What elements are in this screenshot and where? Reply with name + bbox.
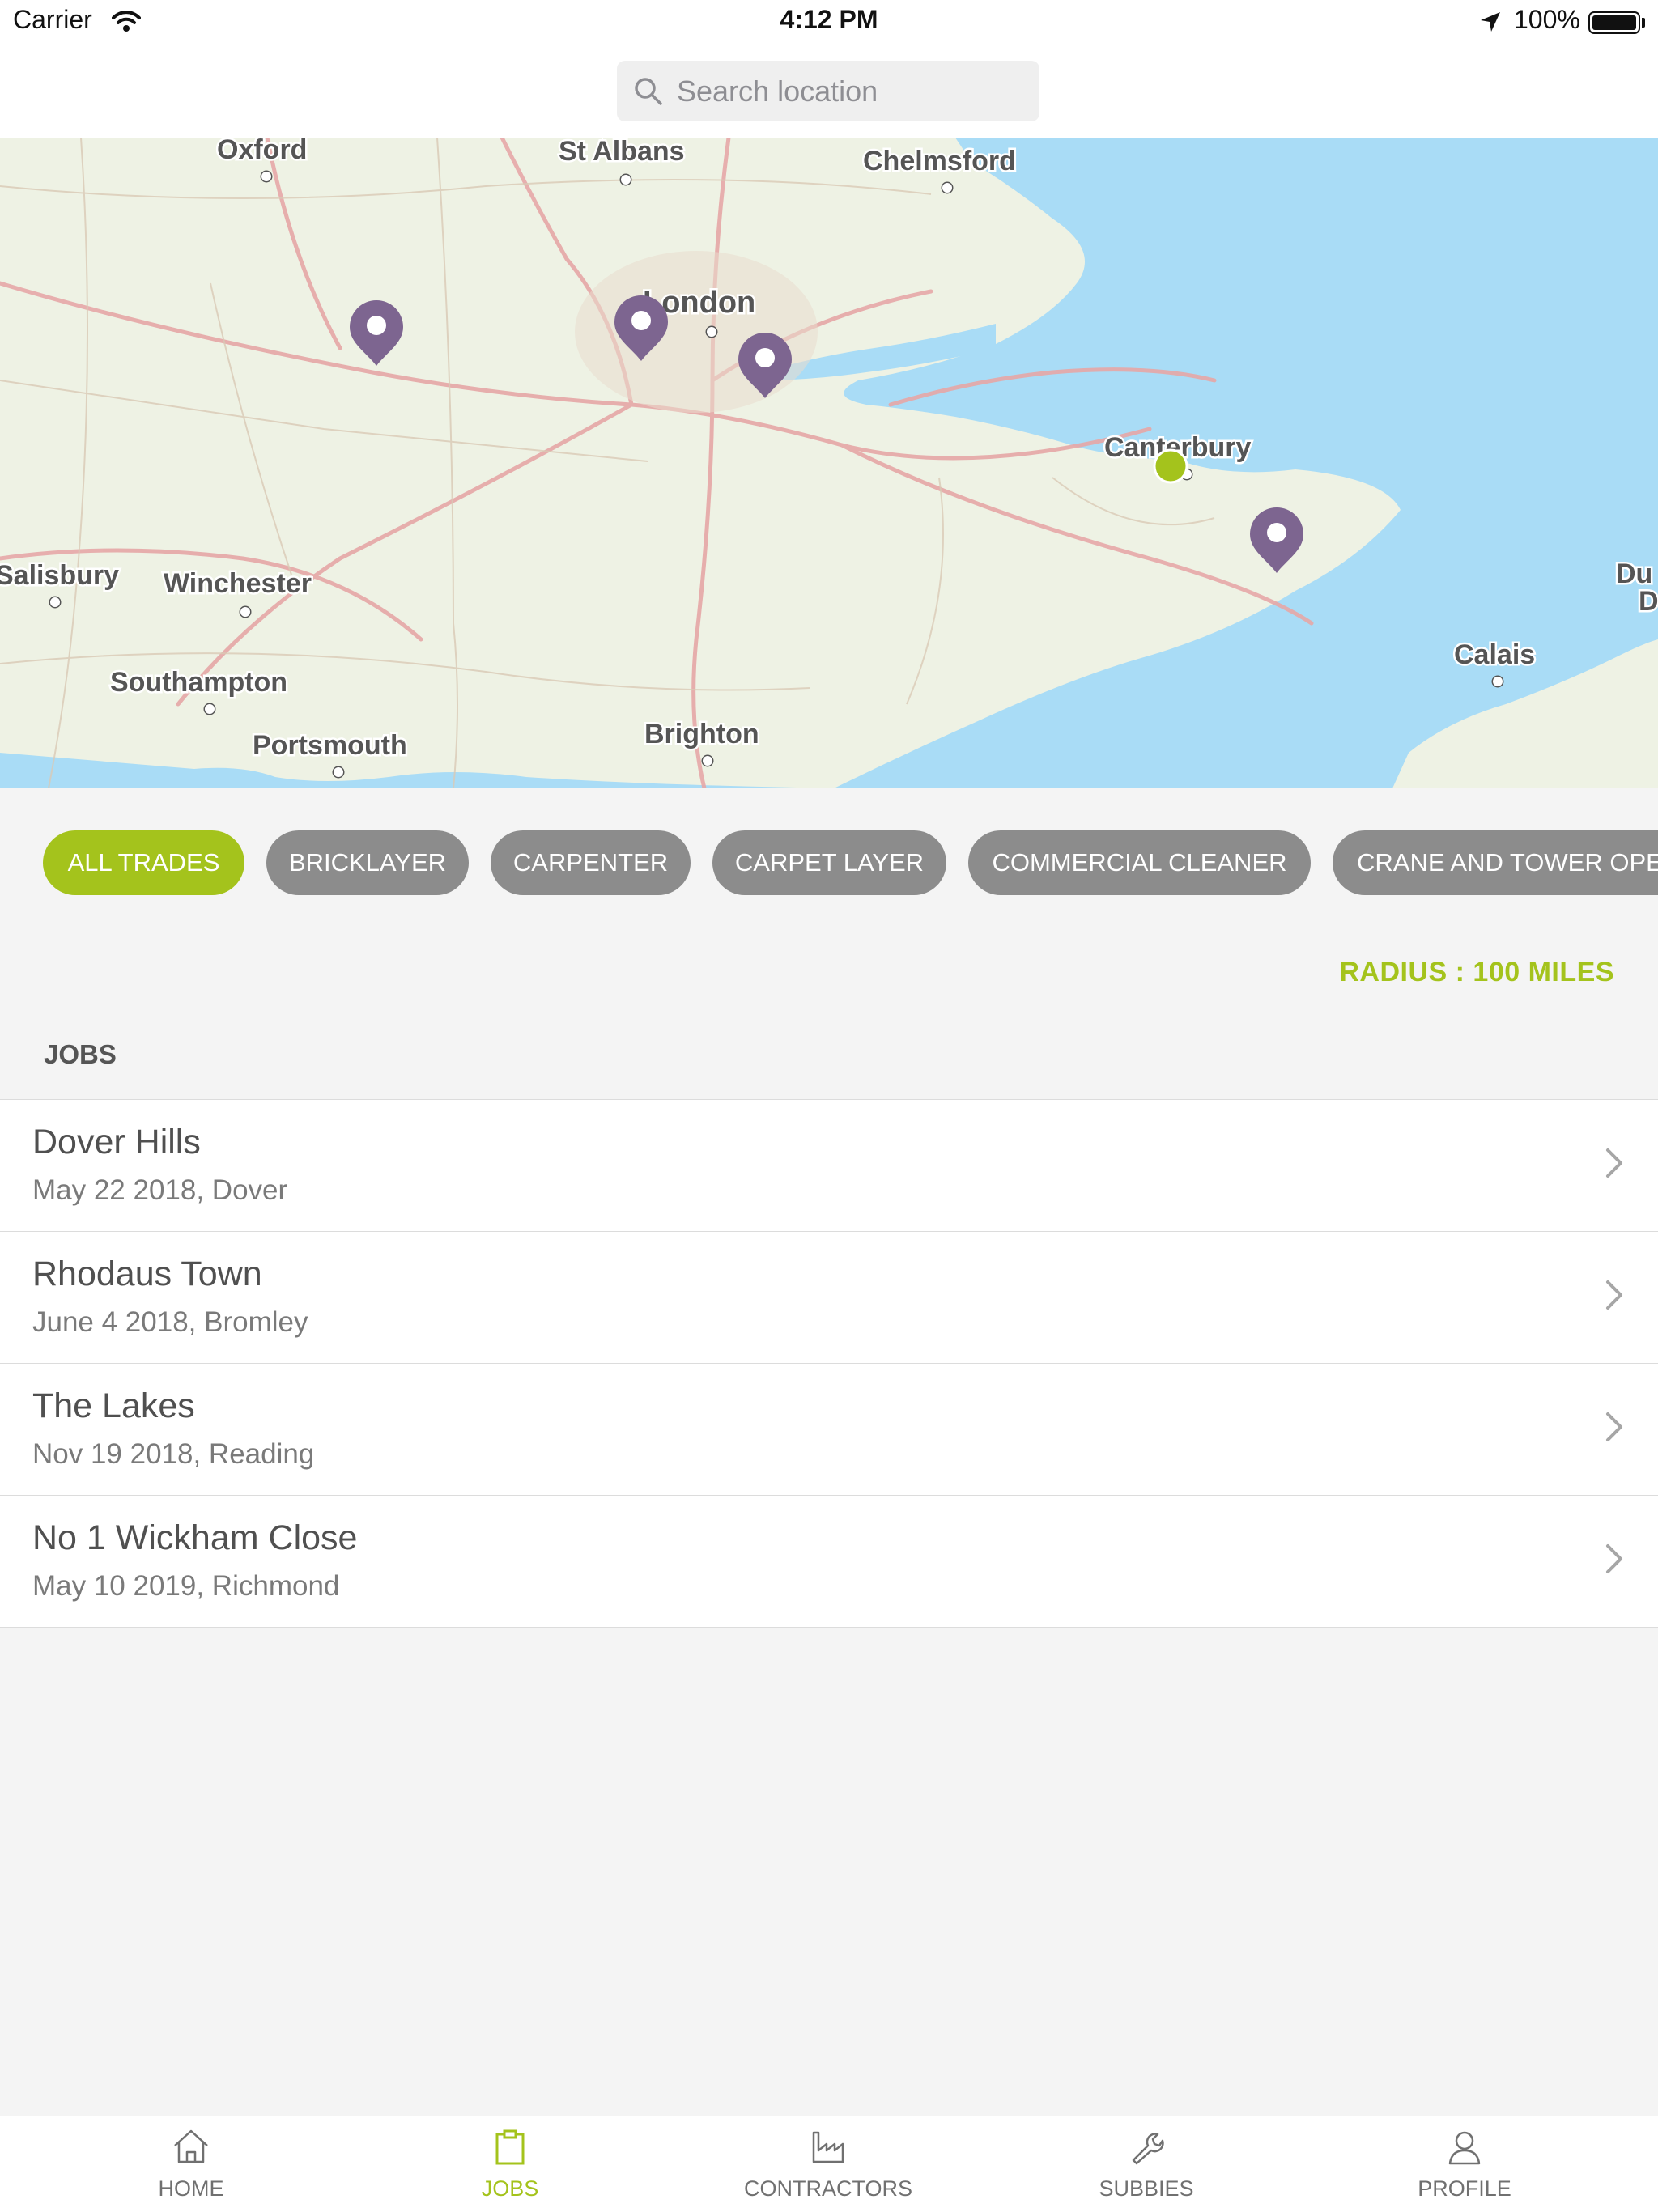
map-canvas[interactable]: Oxford St Albans Chelmsford London Cante… (0, 138, 1658, 788)
job-row[interactable]: The Lakes Nov 19 2018, Reading (0, 1364, 1658, 1496)
search-box[interactable] (617, 61, 1039, 121)
tab-label: PROFILE (1418, 2176, 1511, 2201)
job-details: May 10 2019, Richmond (32, 1570, 340, 1602)
job-details: Nov 19 2018, Reading (32, 1438, 315, 1470)
user-icon (1448, 2131, 1481, 2165)
search-input[interactable] (677, 61, 1025, 121)
job-details: May 22 2018, Dover (32, 1174, 288, 1206)
portsmouth-dot (332, 766, 345, 779)
battery-percentage: 100% (1514, 5, 1580, 34)
job-name: No 1 Wickham Close (32, 1518, 358, 1557)
trade-chip-bricklayer[interactable]: BRICKLAYER (266, 830, 469, 895)
tab-subbies[interactable]: SUBBIES (1025, 2116, 1268, 2212)
job-row[interactable]: Rhodaus Town June 4 2018, Bromley (0, 1232, 1658, 1364)
southampton-dot (203, 703, 216, 715)
calais-dot (1491, 675, 1504, 688)
job-row[interactable]: No 1 Wickham Close May 10 2019, Richmond (0, 1496, 1658, 1628)
clipboard-icon (495, 2129, 525, 2165)
location-arrow-icon (1481, 12, 1500, 32)
map-label-portsmouth: Portsmouth (253, 730, 407, 761)
job-details: June 4 2018, Bromley (32, 1306, 308, 1338)
london-urban (575, 251, 818, 413)
job-name: The Lakes (32, 1386, 195, 1425)
status-time: 4:12 PM (780, 5, 878, 34)
battery-icon (1588, 11, 1640, 34)
tab-contractors[interactable]: CONTRACTORS (707, 2116, 950, 2212)
oxford-dot (260, 170, 273, 183)
tab-label: CONTRACTORS (743, 2176, 912, 2201)
map-label-calais: Calais (1454, 639, 1535, 670)
job-list: Dover Hills May 22 2018, Dover Rhodaus T… (0, 1099, 1658, 1628)
chevron-right-icon (1606, 1280, 1622, 1310)
st-albans-dot (619, 173, 632, 186)
tab-label: SUBBIES (1099, 2176, 1194, 2201)
trade-chip-crane-and-tower[interactable]: CRANE AND TOWER OPE (1333, 830, 1658, 895)
map-label-salisbury: Salisbury (0, 560, 119, 591)
tab-jobs[interactable]: JOBS (389, 2116, 631, 2212)
tab-home[interactable]: HOME (70, 2116, 312, 2212)
trade-chip-carpet-layer[interactable]: CARPET LAYER (712, 830, 946, 895)
job-row[interactable]: Dover Hills May 22 2018, Dover (0, 1100, 1658, 1232)
trade-filter-bar[interactable]: ALL TRADES BRICKLAYER CARPENTER CARPET L… (0, 830, 1658, 897)
map-label-brighton: Brighton (644, 719, 759, 749)
map-view[interactable]: Oxford St Albans Chelmsford London Cante… (0, 138, 1658, 788)
trade-chip-carpenter[interactable]: CARPENTER (491, 830, 691, 895)
radius-label[interactable]: RADIUS : 100 MILES (1339, 957, 1614, 988)
battery-tip (1642, 18, 1645, 28)
map-label-du: Du (1616, 558, 1652, 589)
current-location-dot (1153, 448, 1188, 484)
map-label-winchester: Winchester (164, 568, 312, 599)
job-name: Dover Hills (32, 1123, 201, 1161)
chelmsford-dot (941, 181, 954, 194)
salisbury-dot (49, 596, 62, 609)
chevron-right-icon (1606, 1148, 1622, 1178)
trade-chip-commercial-cleaner[interactable]: COMMERCIAL CLEANER (968, 830, 1311, 895)
london-dot (705, 325, 718, 338)
trade-chip-all-trades[interactable]: ALL TRADES (43, 830, 244, 895)
map-label-st-albans: St Albans (559, 138, 685, 167)
tab-bar: HOME JOBS CONTRACTORS SUBBIES PROFILE (0, 2116, 1658, 2212)
map-label-southampton: Southampton (110, 667, 287, 698)
wrench-icon (1132, 2133, 1164, 2165)
winchester-dot (239, 605, 252, 618)
search-icon (635, 78, 662, 105)
tab-profile[interactable]: PROFILE (1343, 2116, 1586, 2212)
factory-icon (812, 2131, 844, 2163)
tab-label: HOME (158, 2176, 224, 2201)
tab-label: JOBS (481, 2176, 539, 2201)
search-header (0, 45, 1658, 138)
jobs-section-title: JOBS (44, 1039, 117, 1069)
map-label-oxford: Oxford (217, 138, 307, 165)
status-bar: Carrier 4:12 PM 100% (0, 0, 1658, 45)
home-icon (174, 2129, 208, 2163)
brighton-dot (701, 754, 714, 767)
chevron-right-icon (1606, 1544, 1622, 1573)
chevron-right-icon (1606, 1412, 1622, 1441)
map-label-chelmsford: Chelmsford (863, 146, 1016, 176)
map-label-d: D (1639, 586, 1658, 617)
job-name: Rhodaus Town (32, 1255, 262, 1293)
